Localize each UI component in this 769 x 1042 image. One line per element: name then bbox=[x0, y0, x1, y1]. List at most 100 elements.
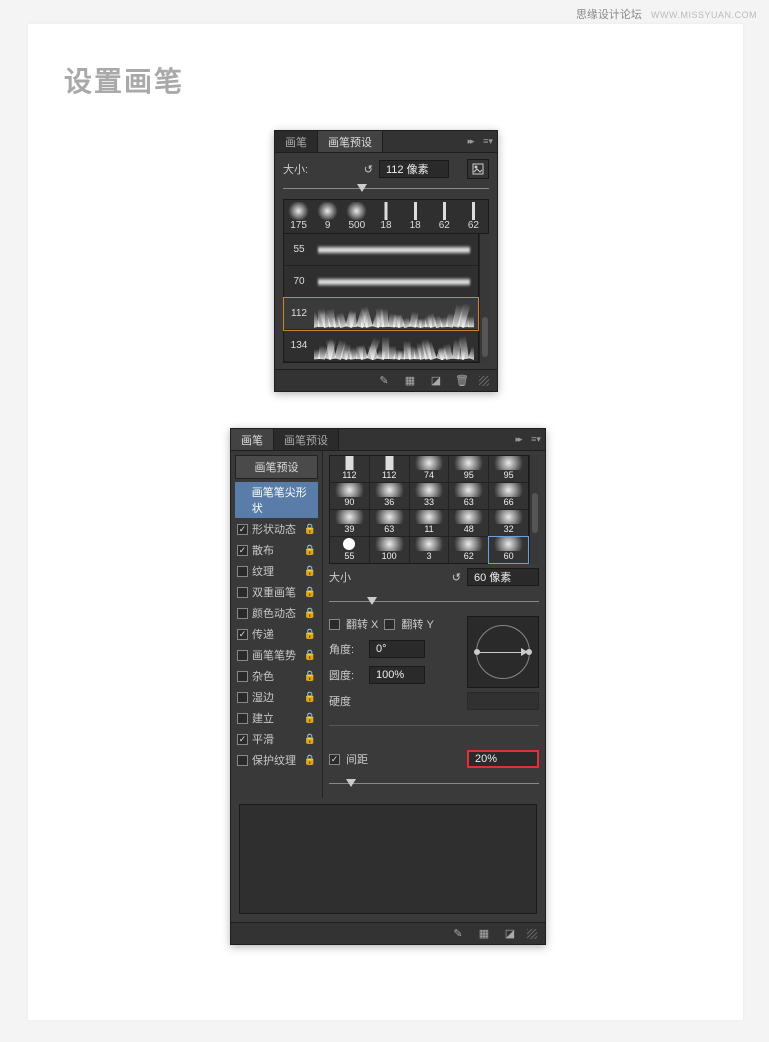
brush-tip-cell[interactable]: 66 bbox=[489, 483, 528, 509]
brush-tip-cell[interactable]: 90 bbox=[330, 483, 369, 509]
option-checkbox[interactable] bbox=[237, 692, 248, 703]
flyout-icon[interactable] bbox=[509, 429, 527, 450]
reset-icon[interactable]: ↺ bbox=[452, 571, 461, 584]
brush-tip-cell[interactable]: 48 bbox=[449, 510, 488, 536]
brush-tip-cell[interactable]: 112 bbox=[370, 456, 409, 482]
brush-tip-cell[interactable]: 55 bbox=[330, 537, 369, 563]
panel-menu-icon[interactable] bbox=[527, 429, 545, 450]
brush-option-5[interactable]: 颜色动态🔒 bbox=[235, 603, 318, 623]
brush-tip-cell[interactable]: 36 bbox=[370, 483, 409, 509]
flip-x-checkbox[interactable] bbox=[329, 619, 340, 630]
lock-icon[interactable]: 🔒 bbox=[304, 692, 316, 703]
size-input[interactable]: 60 像素 bbox=[467, 568, 539, 586]
option-checkbox[interactable] bbox=[237, 629, 248, 640]
brush-option-10[interactable]: 建立🔒 bbox=[235, 708, 318, 728]
brush-tip-cell[interactable]: 39 bbox=[330, 510, 369, 536]
preset-manager-icon[interactable]: ▦ bbox=[475, 926, 493, 942]
toggle-preset-button[interactable] bbox=[467, 159, 489, 179]
brush-tip-cell[interactable]: 60 bbox=[489, 537, 528, 563]
tab-画笔预设[interactable]: 画笔预设 bbox=[274, 429, 339, 450]
option-checkbox[interactable] bbox=[237, 734, 248, 745]
resize-grip[interactable] bbox=[479, 376, 489, 386]
brush-option-1[interactable]: 形状动态🔒 bbox=[235, 519, 318, 539]
brush-option-9[interactable]: 湿边🔒 bbox=[235, 687, 318, 707]
brush-option-12[interactable]: 保护纹理🔒 bbox=[235, 750, 318, 770]
brush-preset-row[interactable]: 55 bbox=[284, 234, 478, 266]
tip-scrollbar[interactable] bbox=[529, 455, 539, 564]
tab-画笔预设[interactable]: 画笔预设 bbox=[318, 131, 383, 152]
lock-icon[interactable]: 🔒 bbox=[304, 755, 316, 766]
brush-tip-cell[interactable]: 112 bbox=[330, 456, 369, 482]
brush-option-7[interactable]: 画笔笔势🔒 bbox=[235, 645, 318, 665]
lock-icon[interactable]: 🔒 bbox=[304, 524, 316, 535]
option-checkbox[interactable] bbox=[237, 671, 248, 682]
option-checkbox[interactable] bbox=[237, 755, 248, 766]
brush-tip-cell[interactable]: 11 bbox=[410, 510, 449, 536]
new-preset-icon[interactable]: ◪ bbox=[427, 373, 445, 389]
new-preset-icon[interactable]: ◪ bbox=[501, 926, 519, 942]
brush-option-8[interactable]: 杂色🔒 bbox=[235, 666, 318, 686]
option-checkbox[interactable] bbox=[237, 524, 248, 535]
lock-icon[interactable]: 🔒 bbox=[304, 734, 316, 745]
scrollbar[interactable] bbox=[479, 234, 489, 363]
spacing-slider[interactable] bbox=[329, 778, 539, 790]
trash-icon[interactable]: 🗑 bbox=[453, 373, 471, 389]
flip-y-checkbox[interactable] bbox=[384, 619, 395, 630]
spacing-input[interactable]: 20% bbox=[467, 750, 539, 768]
brush-option-11[interactable]: 平滑🔒 bbox=[235, 729, 318, 749]
option-checkbox[interactable] bbox=[237, 545, 248, 556]
brush-tip[interactable]: 18 bbox=[401, 200, 430, 233]
lock-icon[interactable]: 🔒 bbox=[304, 608, 316, 619]
option-checkbox[interactable] bbox=[237, 713, 248, 724]
brush-option-4[interactable]: 双重画笔🔒 bbox=[235, 582, 318, 602]
option-checkbox[interactable] bbox=[237, 608, 248, 619]
lock-icon[interactable]: 🔒 bbox=[304, 650, 316, 661]
lock-icon[interactable]: 🔒 bbox=[304, 545, 316, 556]
brush-preset-row[interactable]: 112 bbox=[284, 298, 478, 330]
brush-tip[interactable]: 62 bbox=[459, 200, 488, 233]
option-checkbox[interactable] bbox=[237, 587, 248, 598]
lock-icon[interactable]: 🔒 bbox=[304, 566, 316, 577]
reset-icon[interactable]: ↺ bbox=[364, 163, 373, 176]
angle-input[interactable]: 0° bbox=[369, 640, 425, 658]
brush-tip-cell[interactable]: 95 bbox=[489, 456, 528, 482]
brush-option-0[interactable]: 画笔笔尖形状 bbox=[235, 482, 318, 518]
option-checkbox[interactable] bbox=[237, 650, 248, 661]
brush-option-6[interactable]: 传递🔒 bbox=[235, 624, 318, 644]
brush-tip-cell[interactable]: 63 bbox=[449, 483, 488, 509]
flyout-icon[interactable] bbox=[461, 131, 479, 152]
lock-icon[interactable]: 🔒 bbox=[304, 587, 316, 598]
brush-tip[interactable]: 9 bbox=[313, 200, 342, 233]
panel-menu-icon[interactable] bbox=[479, 131, 497, 152]
brush-tip-cell[interactable]: 62 bbox=[449, 537, 488, 563]
brush-preset-row[interactable]: 70 bbox=[284, 266, 478, 298]
tab-画笔[interactable]: 画笔 bbox=[231, 429, 274, 450]
lock-icon[interactable]: 🔒 bbox=[304, 629, 316, 640]
brush-tip[interactable]: 175 bbox=[284, 200, 313, 233]
brush-tip[interactable]: 62 bbox=[430, 200, 459, 233]
brush-option-2[interactable]: 散布🔒 bbox=[235, 540, 318, 560]
preset-manager-icon[interactable]: ▦ bbox=[401, 373, 419, 389]
size-input[interactable]: 112 像素 bbox=[379, 160, 449, 178]
resize-grip[interactable] bbox=[527, 929, 537, 939]
brush-tip-cell[interactable]: 63 bbox=[370, 510, 409, 536]
lock-icon[interactable]: 🔒 bbox=[304, 713, 316, 724]
brush-preset-row[interactable]: 134 bbox=[284, 330, 478, 362]
angle-dial[interactable] bbox=[467, 616, 539, 688]
brush-tip[interactable]: 500 bbox=[342, 200, 371, 233]
brush-tip-cell[interactable]: 95 bbox=[449, 456, 488, 482]
tab-画笔[interactable]: 画笔 bbox=[275, 131, 318, 152]
brush-tip-cell[interactable]: 100 bbox=[370, 537, 409, 563]
lock-icon[interactable]: 🔒 bbox=[304, 671, 316, 682]
size-slider[interactable] bbox=[329, 596, 539, 608]
roundness-input[interactable]: 100% bbox=[369, 666, 425, 684]
brush-option-3[interactable]: 纹理🔒 bbox=[235, 561, 318, 581]
brush-tip-cell[interactable]: 74 bbox=[410, 456, 449, 482]
brush-presets-button[interactable]: 画笔预设 bbox=[235, 455, 318, 479]
brush-tip-cell[interactable]: 3 bbox=[410, 537, 449, 563]
live-tip-icon[interactable]: ✎ bbox=[375, 373, 393, 389]
live-tip-icon[interactable]: ✎ bbox=[449, 926, 467, 942]
spacing-checkbox[interactable] bbox=[329, 754, 340, 765]
option-checkbox[interactable] bbox=[237, 566, 248, 577]
brush-tip[interactable]: 18 bbox=[371, 200, 400, 233]
